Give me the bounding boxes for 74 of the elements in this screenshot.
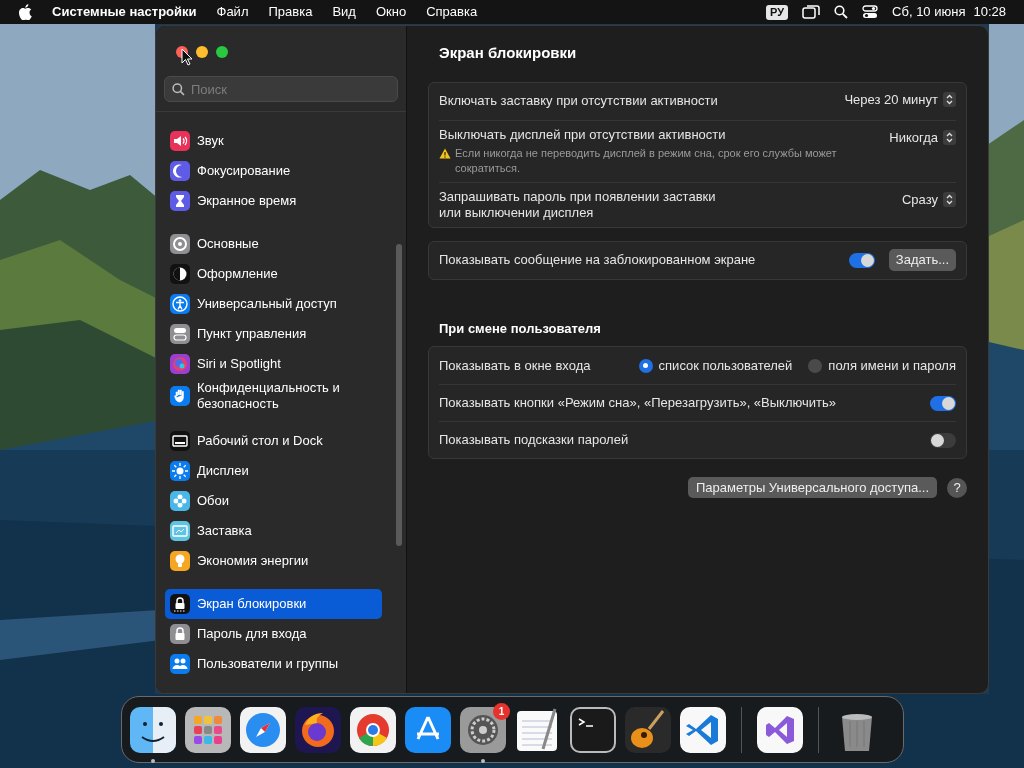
sidebar-item[interactable]: Экранное время xyxy=(165,186,382,216)
warning-note: Если никогда не переводить дисплей в режим сна, срок его службы может сократиться. xyxy=(455,145,838,176)
popup-button[interactable]: Сразу xyxy=(901,189,956,209)
minimize-button[interactable] xyxy=(196,46,208,58)
setting-label: Запрашивать пароль при появлении заставки или выключении дисплея xyxy=(439,188,717,221)
radio-button[interactable] xyxy=(638,358,653,373)
date-text[interactable]: Сб, 10 июня xyxy=(892,2,966,22)
toggle-switch[interactable] xyxy=(848,252,875,268)
search-field[interactable]: Поиск xyxy=(164,76,398,102)
sidebar-item[interactable]: Универсальный доступ xyxy=(165,289,382,319)
setting-label: Включать заставку при отсутствии активности xyxy=(439,93,719,109)
setting-label: Показывать кнопки «Режим сна», «Перезагрузить», «Выключить» xyxy=(439,395,837,411)
menu-item[interactable]: Справка xyxy=(426,2,478,22)
sidebar-item[interactable]: Рабочий стол и Dock xyxy=(165,426,382,456)
setting-label: Показывать сообщение на заблокированном экране xyxy=(439,252,757,268)
sidebar-item[interactable]: Звук xyxy=(165,126,382,156)
sidebar-item[interactable]: Экономия энергии xyxy=(165,546,382,576)
sidebar-item[interactable]: Пароль для входа xyxy=(165,619,382,649)
search-icon xyxy=(172,83,185,96)
toggle-switch[interactable] xyxy=(930,432,956,448)
menu-item[interactable]: Вид xyxy=(332,2,356,22)
scrollbar-thumb[interactable] xyxy=(396,244,402,546)
sidebar-item[interactable]: Пункт управления xyxy=(165,319,382,349)
stepper-icon xyxy=(943,191,956,207)
guitar-icon[interactable] xyxy=(625,706,671,753)
zoom-button[interactable] xyxy=(216,46,228,58)
app-name-menu[interactable]: Системные настройки xyxy=(52,2,197,22)
ring-icon[interactable] xyxy=(350,706,396,753)
sidebar-item[interactable]: Оформление xyxy=(165,259,382,289)
sidebar-item[interactable]: Заставка xyxy=(165,516,382,546)
sidebar-item[interactable]: Siri и Spotlight xyxy=(165,349,382,379)
popup-button[interactable]: Никогда xyxy=(889,127,956,147)
compass-icon[interactable] xyxy=(240,706,286,753)
radio-option[interactable]: список пользователей xyxy=(638,355,793,376)
menu-item[interactable]: Окно xyxy=(375,2,407,22)
radio-option[interactable]: поля имени и пароля xyxy=(808,355,956,376)
stepper-icon xyxy=(943,91,956,107)
input-source-indicator[interactable]: РУ xyxy=(766,4,789,20)
gear-icon[interactable] xyxy=(460,706,506,753)
page-title: Экран блокировки xyxy=(438,43,578,63)
ribbon-logo-icon[interactable] xyxy=(757,706,803,753)
stepper-icon xyxy=(943,129,956,145)
setting-label: Показывать в окне входа xyxy=(439,357,592,374)
sidebar-item[interactable]: Пользователи и группы xyxy=(165,649,382,679)
code-editor-icon[interactable] xyxy=(680,706,726,753)
sidebar-item[interactable]: Основные xyxy=(165,229,382,259)
set-button[interactable]: Задать... xyxy=(888,249,956,271)
terminal-icon[interactable] xyxy=(570,706,616,753)
sidebar-item[interactable]: Обои xyxy=(165,486,382,516)
app-grid-icon[interactable] xyxy=(185,706,231,753)
sidebar-item[interactable]: Фокусирование xyxy=(165,156,382,186)
setting-label: Показывать подсказки паролей xyxy=(439,432,630,448)
menu-item[interactable]: Файл xyxy=(216,2,249,22)
toggle-switch[interactable] xyxy=(930,395,956,411)
window-stack-icon[interactable] xyxy=(802,5,821,19)
notification-badge: 1 xyxy=(493,702,510,720)
menu-item[interactable]: Правка xyxy=(268,2,313,22)
help-button[interactable]: ? xyxy=(947,477,967,498)
app-store-icon[interactable] xyxy=(405,706,451,753)
clock-text[interactable]: 10:28 xyxy=(973,2,1006,22)
sidebar-item[interactable]: Экран блокировки xyxy=(165,589,382,619)
sidebar-item[interactable]: Дисплеи xyxy=(165,456,382,486)
setting-label: Выключать дисплей при отсутствии активности xyxy=(439,126,727,143)
radio-button[interactable] xyxy=(808,358,823,373)
apple-logo-icon[interactable] xyxy=(18,4,32,20)
warning-icon xyxy=(439,147,451,159)
fox-globe-icon[interactable] xyxy=(295,706,341,753)
sidebar-item[interactable]: Конфиденциальность и безопасность xyxy=(165,379,382,413)
search-icon[interactable] xyxy=(834,5,849,19)
section-heading: При смене пользователя xyxy=(438,319,602,338)
accessibility-settings-button[interactable]: Параметры Универсального доступа... xyxy=(687,477,937,498)
popup-button[interactable]: Через 20 минут xyxy=(844,89,956,109)
control-center-icon[interactable] xyxy=(862,5,879,19)
pointer-icon xyxy=(181,48,193,66)
